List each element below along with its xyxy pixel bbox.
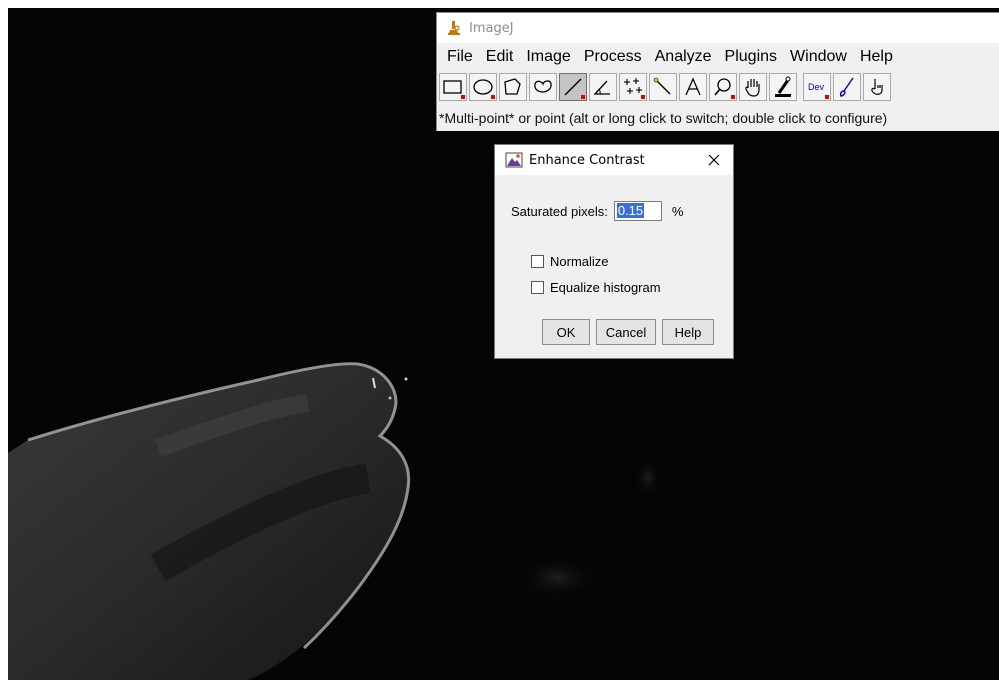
dev-tool[interactable]: Dev	[803, 73, 831, 101]
menu-bar: File Edit Image Process Analyze Plugins …	[437, 45, 999, 69]
toolbar: Dev	[439, 71, 999, 103]
menu-analyze[interactable]: Analyze	[655, 48, 712, 66]
menu-help[interactable]: Help	[860, 48, 893, 66]
zoom-tool[interactable]	[709, 73, 737, 101]
rectangle-tool[interactable]	[439, 73, 467, 101]
dropdown-marker	[491, 95, 495, 99]
selected-text: 0.15	[616, 203, 645, 218]
wand-icon	[653, 77, 671, 95]
dialog-title: Enhance Contrast	[529, 152, 645, 168]
arrow-tool[interactable]	[863, 73, 891, 101]
menu-image[interactable]: Image	[526, 48, 570, 66]
hand-tool[interactable]	[739, 73, 767, 101]
dropper-icon	[775, 76, 791, 97]
percent-unit: %	[671, 203, 684, 219]
text-tool[interactable]	[679, 73, 707, 101]
brush-icon	[839, 77, 854, 97]
dropdown-marker	[641, 95, 645, 99]
close-button[interactable]	[703, 149, 725, 171]
equalize-label: Equalize histogram	[550, 280, 661, 295]
status-bar: *Multi-point* or point (alt or long clic…	[439, 110, 888, 126]
window-title: ImageJ	[469, 20, 514, 36]
menu-window[interactable]: Window	[790, 48, 847, 66]
saturated-pixels-input[interactable]: 0.15	[613, 201, 662, 221]
multipoint-tool[interactable]	[619, 73, 647, 101]
dropdown-marker	[581, 95, 585, 99]
imagej-title-bar[interactable]: ImageJ	[437, 13, 999, 43]
ok-button[interactable]: OK	[542, 319, 590, 345]
freehand-tool[interactable]	[529, 73, 557, 101]
color-picker-tool[interactable]	[769, 73, 797, 101]
svg-text:Dev: Dev	[808, 82, 825, 92]
oval-tool[interactable]	[469, 73, 497, 101]
hand-icon	[745, 79, 760, 97]
dropdown-marker	[731, 95, 735, 99]
image-icon	[505, 152, 523, 168]
menu-file[interactable]: File	[447, 48, 473, 66]
angle-tool[interactable]	[589, 73, 617, 101]
text-icon	[685, 77, 701, 96]
angle-icon	[593, 80, 610, 95]
normalize-option[interactable]: Normalize	[531, 254, 609, 269]
imagej-window: ImageJ File Edit Image Process Analyze P…	[436, 12, 999, 131]
polygon-tool[interactable]	[499, 73, 527, 101]
help-button[interactable]: Help	[662, 319, 714, 345]
dialog-title-bar[interactable]: Enhance Contrast	[495, 145, 733, 175]
microscope-icon	[448, 21, 460, 35]
enhance-contrast-dialog: Enhance Contrast Saturated pixels: 0.15 …	[494, 144, 734, 359]
line-tool[interactable]	[559, 73, 587, 101]
normalize-label: Normalize	[550, 254, 609, 269]
equalize-checkbox[interactable]	[531, 281, 544, 294]
menu-process[interactable]: Process	[584, 48, 642, 66]
equalize-option[interactable]: Equalize histogram	[531, 280, 661, 295]
brush-tool[interactable]	[833, 73, 861, 101]
normalize-checkbox[interactable]	[531, 255, 544, 268]
freehand-icon	[534, 80, 552, 93]
pointer-icon	[871, 79, 883, 95]
dropdown-marker	[461, 95, 465, 99]
saturated-pixels-row: Saturated pixels: 0.15 %	[511, 201, 683, 221]
menu-edit[interactable]: Edit	[486, 48, 514, 66]
dropdown-marker	[825, 95, 829, 99]
cancel-button[interactable]: Cancel	[596, 319, 656, 345]
wand-tool[interactable]	[649, 73, 677, 101]
polygon-icon	[504, 78, 521, 95]
close-icon	[708, 154, 720, 166]
menu-plugins[interactable]: Plugins	[725, 48, 777, 66]
saturated-pixels-label: Saturated pixels:	[511, 203, 608, 219]
